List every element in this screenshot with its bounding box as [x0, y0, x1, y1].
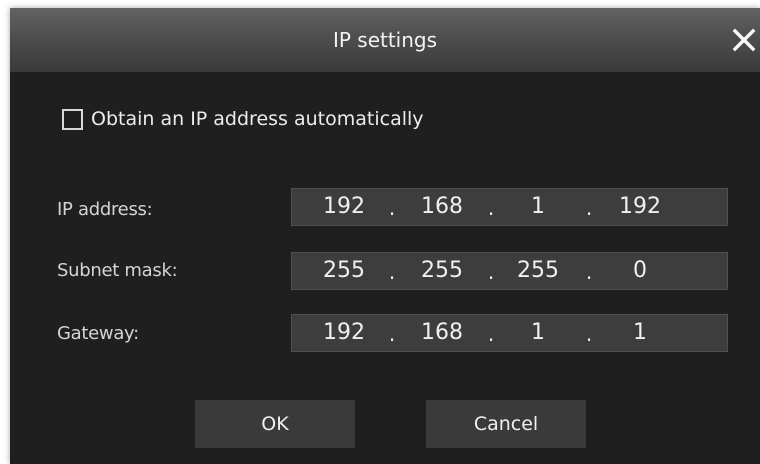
close-button[interactable]	[728, 22, 760, 58]
subnet-mask-label: Subnet mask:	[57, 260, 178, 281]
auto-ip-checkbox[interactable]	[62, 108, 83, 130]
ip-address-octet-3[interactable]: 1	[508, 189, 568, 225]
octet-separator: .	[487, 196, 495, 220]
ip-address-octet-1[interactable]: 192	[314, 189, 374, 225]
gateway-field[interactable]: 192 . 168 . 1 . 1	[291, 314, 728, 352]
ip-address-octet-2[interactable]: 168	[412, 189, 472, 225]
octet-separator: .	[388, 260, 396, 284]
subnet-mask-octet-1[interactable]: 255	[314, 253, 374, 289]
gateway-octet-4[interactable]: 1	[610, 315, 670, 351]
subnet-mask-field[interactable]: 255 . 255 . 255 . 0	[291, 252, 728, 290]
gateway-octet-3[interactable]: 1	[508, 315, 568, 351]
subnet-mask-octet-4[interactable]: 0	[610, 253, 670, 289]
ip-address-field[interactable]: 192 . 168 . 1 . 192	[291, 188, 728, 226]
octet-separator: .	[388, 322, 396, 346]
octet-separator: .	[487, 322, 495, 346]
octet-separator: .	[585, 322, 593, 346]
title-bar[interactable]: IP settings	[10, 8, 760, 72]
gateway-label: Gateway:	[57, 323, 139, 344]
auto-ip-label: Obtain an IP address automatically	[91, 108, 424, 130]
gateway-octet-1[interactable]: 192	[314, 315, 374, 351]
ok-button[interactable]: OK	[195, 400, 355, 448]
dialog-title: IP settings	[332, 28, 438, 52]
ip-address-octet-4[interactable]: 192	[610, 189, 670, 225]
auto-ip-option[interactable]: Obtain an IP address automatically	[62, 106, 424, 132]
octet-separator: .	[487, 260, 495, 284]
octet-separator: .	[388, 196, 396, 220]
close-icon	[732, 28, 756, 52]
gateway-octet-2[interactable]: 168	[412, 315, 472, 351]
octet-separator: .	[585, 196, 593, 220]
cancel-button[interactable]: Cancel	[426, 400, 586, 448]
subnet-mask-octet-2[interactable]: 255	[412, 253, 472, 289]
ip-settings-dialog: IP settings Obtain an IP address automat…	[10, 8, 760, 464]
ip-address-label: IP address:	[57, 199, 153, 220]
octet-separator: .	[585, 260, 593, 284]
subnet-mask-octet-3[interactable]: 255	[508, 253, 568, 289]
